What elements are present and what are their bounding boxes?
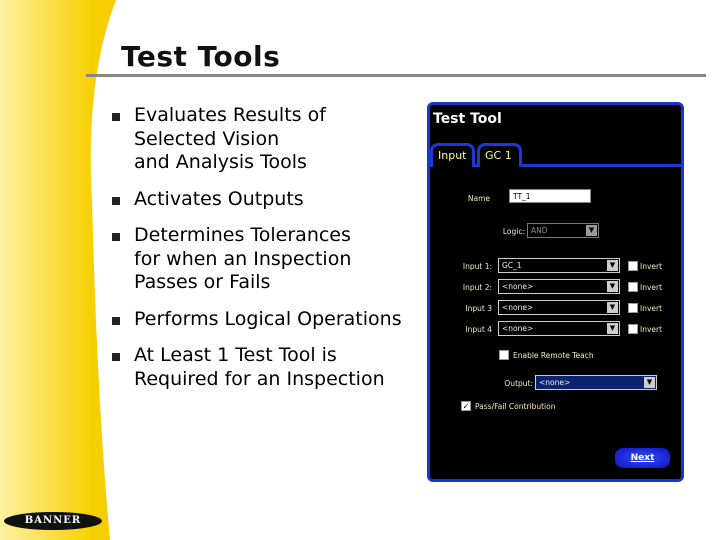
invert3-label: Invert bbox=[640, 304, 663, 313]
invert1-checkbox[interactable] bbox=[628, 261, 638, 271]
bullet-text: At Least 1 Test Tool is Required for an … bbox=[134, 344, 385, 390]
passfail-label: Pass/Fail Contribution bbox=[475, 402, 556, 411]
invert4-checkbox[interactable] bbox=[628, 324, 638, 334]
name-label: Name bbox=[467, 194, 490, 203]
bullet-text: Performs Logical Operations bbox=[134, 307, 402, 330]
invert4-label: Invert bbox=[640, 325, 663, 334]
input1-select[interactable]: GC_1 ▼ bbox=[498, 258, 620, 273]
test-tool-window: Test Tool Input GC 1 Name TT_1 Logic: AN… bbox=[427, 102, 684, 482]
invert3-checkbox[interactable] bbox=[628, 303, 638, 313]
bullet-item: Determines Tolerances for when an Inspec… bbox=[112, 224, 422, 295]
output-select[interactable]: <none> ▼ bbox=[535, 375, 657, 390]
input4-value: <none> bbox=[502, 324, 534, 333]
input1-label: Input 1: bbox=[462, 262, 492, 271]
bullet-text: Determines Tolerances for when an Inspec… bbox=[134, 224, 352, 293]
tab-input[interactable]: Input bbox=[430, 143, 475, 167]
input4-select[interactable]: <none> ▼ bbox=[498, 321, 620, 336]
input2-value: <none> bbox=[502, 282, 534, 291]
bullet-icon bbox=[112, 196, 120, 205]
logic-value: AND bbox=[531, 226, 548, 235]
bullet-item: Evaluates Results of Selected Vision and… bbox=[112, 104, 422, 175]
bullet-icon bbox=[112, 113, 120, 121]
chevron-down-icon: ▼ bbox=[607, 281, 618, 292]
input2-label: Input 2: bbox=[462, 283, 492, 292]
input1-value: GC_1 bbox=[502, 261, 522, 270]
invert1-label: Invert bbox=[640, 262, 663, 271]
window-title: Test Tool bbox=[433, 111, 502, 127]
remote-teach-label: Enable Remote Teach bbox=[513, 351, 594, 360]
bullet-item: Activates Outputs bbox=[112, 188, 422, 212]
chevron-down-icon: ▼ bbox=[607, 302, 618, 313]
bullet-icon bbox=[112, 316, 120, 325]
slide-title: Test Tools bbox=[121, 40, 281, 73]
banner-logo: BANNER bbox=[4, 512, 102, 530]
passfail-checkbox[interactable]: ✓ bbox=[461, 401, 471, 411]
output-label: Output: bbox=[504, 379, 533, 388]
input4-label: Input 4 bbox=[465, 325, 492, 334]
input3-select[interactable]: <none> ▼ bbox=[498, 300, 620, 315]
tab-gc1[interactable]: GC 1 bbox=[477, 143, 522, 167]
bullet-list: Evaluates Results of Selected Vision and… bbox=[112, 104, 422, 404]
remote-teach-checkbox[interactable] bbox=[499, 350, 509, 360]
chevron-down-icon: ▼ bbox=[607, 323, 618, 334]
logic-select[interactable]: AND ▼ bbox=[527, 223, 599, 238]
tab-bar: Input GC 1 bbox=[430, 141, 681, 167]
bullet-icon bbox=[112, 353, 120, 361]
yellow-band-decoration bbox=[0, 0, 116, 540]
input3-value: <none> bbox=[502, 303, 534, 312]
bullet-text: Evaluates Results of Selected Vision and… bbox=[134, 104, 326, 173]
invert2-label: Invert bbox=[640, 283, 663, 292]
invert2-checkbox[interactable] bbox=[628, 282, 638, 292]
output-value: <none> bbox=[539, 378, 571, 387]
logic-label: Logic: bbox=[502, 227, 525, 236]
bullet-text: Activates Outputs bbox=[134, 187, 304, 210]
name-input[interactable]: TT_1 bbox=[509, 189, 591, 203]
chevron-down-icon: ▼ bbox=[607, 260, 618, 271]
chevron-down-icon: ▼ bbox=[586, 225, 597, 236]
chevron-down-icon: ▼ bbox=[644, 377, 655, 388]
bullet-item: Performs Logical Operations bbox=[112, 308, 422, 332]
input3-label: Input 3 bbox=[465, 304, 492, 313]
input2-select[interactable]: <none> ▼ bbox=[498, 279, 620, 294]
bullet-item: At Least 1 Test Tool is Required for an … bbox=[112, 344, 422, 391]
bullet-icon bbox=[112, 233, 120, 241]
next-button[interactable]: Next bbox=[615, 448, 670, 468]
title-rule bbox=[86, 74, 706, 77]
